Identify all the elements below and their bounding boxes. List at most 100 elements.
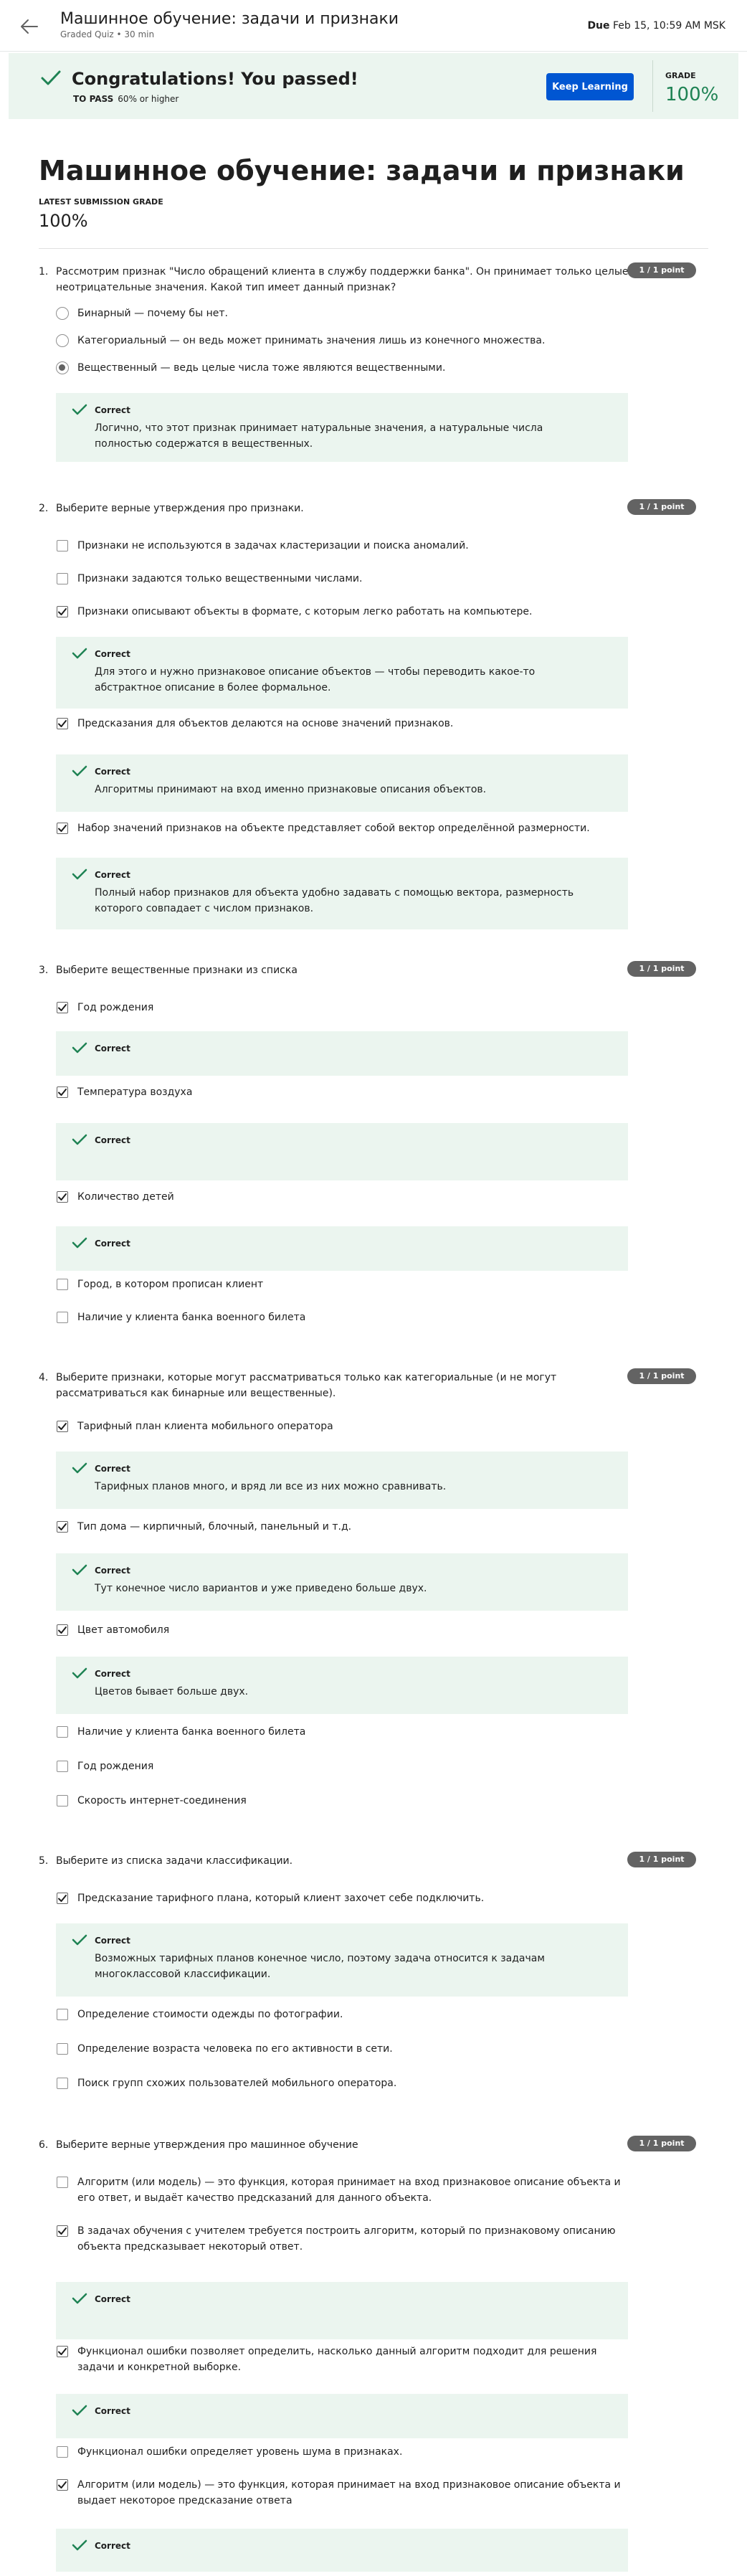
checkbox[interactable] [57, 2446, 68, 2458]
option-label[interactable]: Год рождения [77, 1758, 629, 1774]
option-label[interactable]: Определение стоимости одежды по фотограф… [77, 2007, 629, 2022]
option-label[interactable]: Вещественный — ведь целые числа тоже явл… [77, 360, 629, 376]
checkbox[interactable] [57, 1191, 68, 1203]
radio-button[interactable] [56, 334, 69, 347]
feedback-box: Correct [56, 1123, 628, 1180]
option-label[interactable]: Функционал ошибки позволяет определить, … [77, 2344, 629, 2375]
keep-learning-button[interactable]: Keep Learning [546, 73, 634, 100]
checkmark-icon [58, 608, 67, 615]
checkmark-icon [58, 1004, 67, 1011]
feedback-title: Correct [95, 1464, 130, 1474]
checkbox[interactable] [57, 1521, 68, 1533]
option-label[interactable]: В задачах обучения с учителем требуется … [77, 2223, 629, 2255]
option-label[interactable]: Алгоритм (или модель) — это функция, кот… [77, 2174, 629, 2206]
question-text: Выберите признаки, которые могут рассмат… [56, 1372, 557, 1399]
checkbox[interactable] [57, 540, 68, 551]
option-label[interactable]: Температура воздуха [77, 1084, 629, 1100]
option-label[interactable]: Бинарный — почему бы нет. [77, 306, 629, 321]
check-icon [72, 1933, 87, 1951]
checkbox[interactable] [57, 1761, 68, 1772]
feedback-text: Тут конечное число вариантов и уже приве… [95, 1583, 427, 1594]
page-title: Машинное обучение: задачи и признаки [39, 155, 685, 186]
checkbox[interactable] [57, 2078, 68, 2089]
checkmark-icon [58, 2348, 67, 2355]
option-label[interactable]: Предсказание тарифного плана, который кл… [77, 1890, 629, 1906]
option-label[interactable]: Тарифный план клиента мобильного операто… [77, 1419, 629, 1434]
option-label[interactable]: Поиск групп схожих пользователей мобильн… [77, 2075, 629, 2091]
feedback-box: Correct [56, 1226, 628, 1271]
quiz-title: Машинное обучение: задачи и признаки [60, 10, 399, 28]
checkbox[interactable] [57, 1086, 68, 1098]
latest-grade-value: 100% [39, 211, 88, 231]
question-number: 6. [39, 2139, 49, 2151]
back-arrow-icon[interactable] [19, 16, 40, 37]
passed-banner: Congratulations! You passed! TO PASS 60% … [9, 53, 738, 119]
checkbox[interactable] [57, 2177, 68, 2188]
checkbox[interactable] [57, 1002, 68, 1013]
due-label: Due [587, 20, 610, 32]
checkmark-icon [58, 1895, 67, 1902]
option-label[interactable]: Количество детей [77, 1189, 629, 1205]
feedback-box: Correct Для этого и нужно признаковое опи… [56, 637, 628, 709]
checkbox[interactable] [57, 1893, 68, 1904]
checkbox[interactable] [57, 2009, 68, 2020]
option-label[interactable]: Признаки описывают объекты в формате, с … [77, 604, 629, 620]
option-label[interactable]: Город, в котором прописан клиент [77, 1277, 629, 1292]
radio-button[interactable] [56, 361, 69, 374]
checkbox[interactable] [57, 606, 68, 617]
checkbox[interactable] [57, 1726, 68, 1738]
checkbox[interactable] [57, 573, 68, 584]
option-label[interactable]: Определение возраста человека по его акт… [77, 2041, 629, 2057]
option-label[interactable]: Функционал ошибки определяет уровень шум… [77, 2444, 629, 2460]
latest-grade-label: LATEST SUBMISSION GRADE [39, 197, 163, 207]
feedback-text: Логично, что этот признак принимает нату… [95, 422, 543, 450]
feedback-title: Correct [95, 767, 130, 777]
option-label[interactable]: Тип дома — кирпичный, блочный, панельный… [77, 1519, 629, 1535]
checkbox[interactable] [57, 2479, 68, 2491]
congrats-title: Congratulations! You passed! [72, 69, 358, 89]
feedback-text: Полный набор признаков для объекта удобн… [95, 887, 574, 914]
feedback-box: Correct [56, 2529, 628, 2572]
feedback-box: Correct Логично, что этот признак принима… [56, 393, 628, 462]
checkbox[interactable] [57, 2043, 68, 2055]
checkbox[interactable] [57, 1795, 68, 1806]
checkbox[interactable] [57, 2346, 68, 2357]
checkbox[interactable] [57, 1421, 68, 1432]
checkbox[interactable] [57, 1312, 68, 1323]
check-icon [72, 2539, 87, 2557]
option-label[interactable]: Наличие у клиента банка военного билета [77, 1724, 629, 1740]
option-label[interactable]: Набор значений признаков на объекте пред… [77, 820, 629, 836]
feedback-text: Тарифных планов много, и вряд ли все из … [95, 1481, 447, 1492]
checkbox[interactable] [57, 823, 68, 834]
points-badge: 1 / 1 point [627, 262, 696, 278]
to-pass-text: TO PASS 60% or higher [73, 93, 179, 105]
option-label[interactable]: Признаки задаются только вещественными ч… [77, 571, 629, 587]
feedback-box: Correct Возможных тарифных планов конечно… [56, 1923, 628, 1997]
points-badge: 1 / 1 point [627, 2136, 696, 2151]
checkbox[interactable] [57, 718, 68, 729]
check-icon [72, 2292, 87, 2310]
check-icon [72, 2404, 87, 2422]
option-label[interactable]: Скорость интернет-соединения [77, 1793, 629, 1809]
due-value: Feb 15, 10:59 AM MSK [612, 20, 725, 32]
top-bar: Машинное обучение: задачи и признаки Gra… [0, 0, 747, 52]
radio-button[interactable] [56, 307, 69, 320]
question-text: Выберите вещественные признаки из списка [56, 965, 298, 976]
feedback-title: Correct [95, 1043, 130, 1053]
option-label[interactable]: Признаки не используются в задачах класт… [77, 538, 629, 554]
option-label[interactable]: Алгоритм (или модель) — это функция, кот… [77, 2477, 629, 2509]
question-text: Выберите верные утверждения про признаки… [56, 503, 304, 514]
option-label[interactable]: Предсказания для объектов делаются на ос… [77, 716, 629, 731]
option-label[interactable]: Категориальный — он ведь может принимать… [77, 333, 629, 349]
check-icon [72, 1563, 87, 1581]
option-label[interactable]: Наличие у клиента банка военного билета [77, 1310, 629, 1325]
option-label[interactable]: Цвет автомобиля [77, 1622, 629, 1638]
feedback-box: Correct [56, 2282, 628, 2339]
feedback-title: Correct [95, 2406, 130, 2416]
checkbox[interactable] [57, 1279, 68, 1290]
question-number: 5. [39, 1855, 49, 1867]
option-label[interactable]: Год рождения [77, 1000, 629, 1015]
checkbox[interactable] [57, 1624, 68, 1636]
feedback-box: Correct [56, 1031, 628, 1076]
checkbox[interactable] [57, 2225, 68, 2237]
